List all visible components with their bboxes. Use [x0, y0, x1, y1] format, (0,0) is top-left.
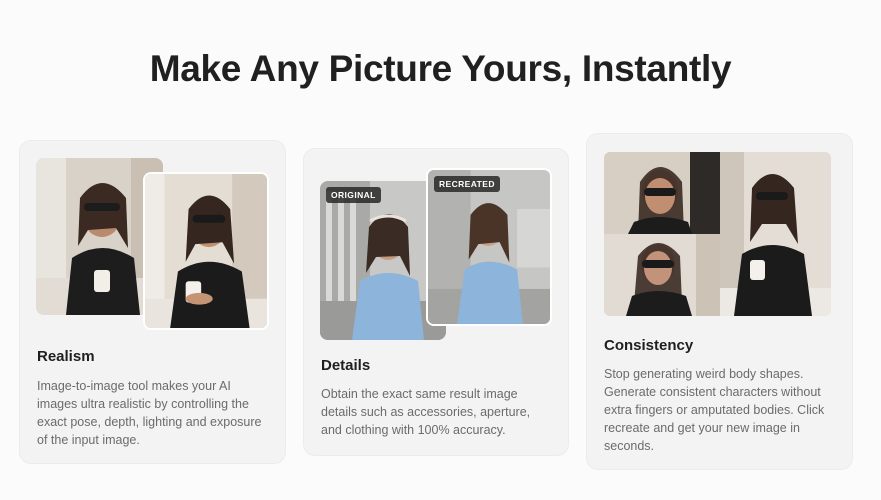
realism-photo-front	[143, 172, 269, 330]
consistency-photo-top-left	[604, 152, 720, 234]
feature-card-realism: Realism Image-to-image tool makes your A…	[19, 140, 286, 464]
card-title-consistency: Consistency	[604, 337, 694, 354]
feature-card-details: ORIGINAL RECREATED Details Obtain the ex…	[303, 148, 569, 456]
card-description-consistency: Stop generating weird body shapes. Gener…	[604, 367, 825, 453]
consistency-photo-bottom-left	[604, 234, 720, 316]
page-title: Make Any Picture Yours, Instantly	[149, 48, 732, 89]
card-title-realism: Realism	[37, 348, 95, 365]
card-description-realism: Image-to-image tool makes your AI images…	[37, 379, 262, 447]
tag-original: ORIGINAL	[326, 187, 381, 203]
card-description-details: Obtain the exact same result image detai…	[321, 387, 531, 437]
tag-recreated: RECREATED	[434, 176, 500, 192]
card-title-details: Details	[321, 357, 371, 374]
feature-card-consistency: Consistency Stop generating weird body s…	[586, 133, 853, 470]
consistency-photo-right	[720, 152, 831, 316]
details-photo-recreated: RECREATED	[426, 168, 552, 326]
